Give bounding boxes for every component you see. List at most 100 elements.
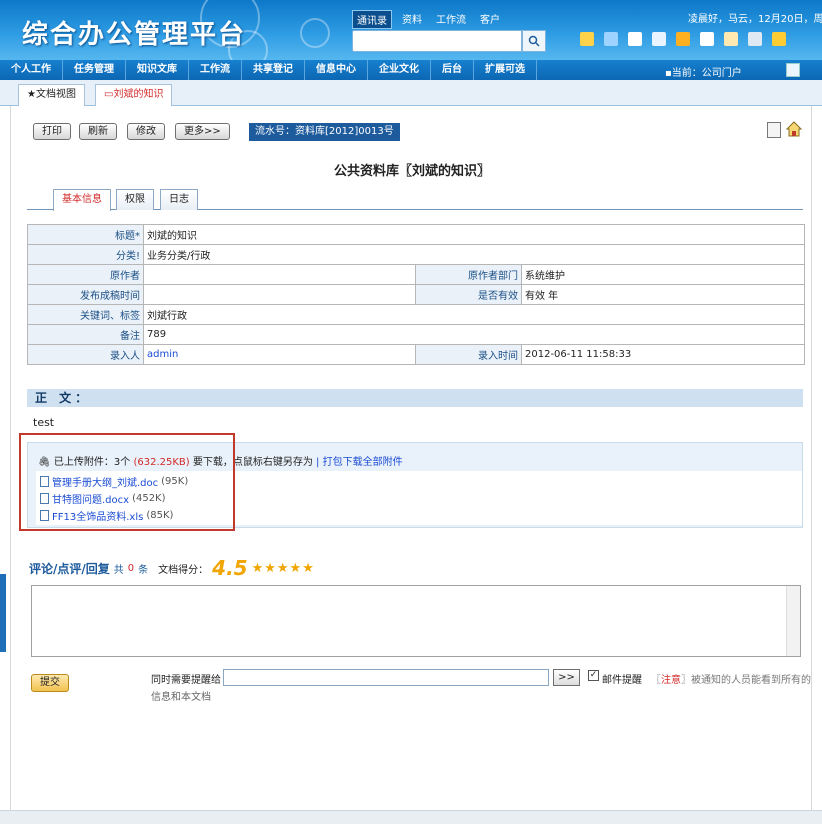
body-text: test xyxy=(33,416,55,429)
table-row: 标题* 刘斌的知识 xyxy=(27,224,805,245)
home-icon[interactable] xyxy=(785,120,803,138)
category-value: 业务分类/行政 xyxy=(143,244,805,265)
tab-logs[interactable]: 日志 xyxy=(160,189,198,210)
mail-remind-checkbox[interactable]: ✓ xyxy=(588,670,599,681)
author-dept-value: 系统维护 xyxy=(521,264,805,285)
tab-permissions[interactable]: 权限 xyxy=(116,189,154,210)
more-button[interactable]: 更多>> xyxy=(175,123,230,140)
notice-warning: 注意 xyxy=(661,675,681,686)
mail-icon[interactable] xyxy=(700,32,714,46)
comments-count: 0 xyxy=(127,562,135,574)
nav-knowledge-library[interactable]: 知识文库 xyxy=(126,60,189,80)
sun-icon[interactable] xyxy=(676,32,690,46)
table-row: 分类! 业务分类/行政 xyxy=(27,244,805,265)
tab-current-doc[interactable]: ▭刘斌的知识 xyxy=(95,84,173,106)
submit-button[interactable]: 提交 xyxy=(31,674,69,692)
document-info-table: 标题* 刘斌的知识 分类! 业务分类/行政 原作者 原作者部门 系统维护 发布成… xyxy=(27,224,805,365)
user-greeting: 凌晨好，马云，12月20日，周四 xyxy=(688,14,822,25)
calendar-icon[interactable] xyxy=(724,32,738,46)
validity-value: 有效 年 xyxy=(521,284,805,305)
nav-personal-work[interactable]: 个人工作 xyxy=(0,60,63,80)
remind-recipients-input[interactable] xyxy=(223,669,549,686)
print-button[interactable]: 打印 xyxy=(33,123,71,140)
nav-corporate-culture[interactable]: 企业文化 xyxy=(368,60,431,80)
title-label: 标题* xyxy=(27,224,144,245)
search-button[interactable] xyxy=(522,30,546,52)
nav-task-management[interactable]: 任务管理 xyxy=(63,60,126,80)
shirt-icon[interactable] xyxy=(652,32,666,46)
tab-current-doc-label: 刘斌的知识 xyxy=(113,89,164,100)
refresh-button[interactable]: 刷新 xyxy=(79,123,117,140)
notice-open: 〖 xyxy=(651,675,661,686)
comment-textarea[interactable] xyxy=(31,585,801,657)
user-icon[interactable] xyxy=(748,32,762,46)
document-title: 公共资料库〖刘斌的知识〗 xyxy=(333,164,490,179)
tab-contacts[interactable]: 通讯录 xyxy=(352,10,392,29)
search-scope-tabs: 通讯录 资料 工作流 客户 xyxy=(352,10,504,29)
export-icon[interactable] xyxy=(767,122,781,138)
publish-time-label: 发布成稿时间 xyxy=(27,284,144,305)
nav-extensions[interactable]: 扩展可选 xyxy=(474,60,537,80)
notice-text: 〖注意〗被通知的人员能看到所有的 xyxy=(651,671,811,686)
comment-scrollbar[interactable] xyxy=(786,586,800,656)
entry-user-link[interactable]: admin xyxy=(143,344,416,365)
table-row: 原作者 原作者部门 系统维护 xyxy=(27,264,805,285)
keywords-label: 关键词、标签 xyxy=(27,304,144,325)
category-label: 分类! xyxy=(27,244,144,265)
author-dept-label: 原作者部门 xyxy=(415,264,522,285)
serial-number-badge: 流水号：资料库[2012]0013号 xyxy=(249,123,400,141)
sync-icon[interactable] xyxy=(604,32,618,46)
score-label: 文档得分： xyxy=(158,564,209,576)
table-row: 发布成稿时间 是否有效 有效 年 xyxy=(27,284,805,305)
search-icon xyxy=(528,35,540,47)
app-logo: 综合办公管理平台 xyxy=(22,20,247,50)
table-row: 备注 789 xyxy=(27,324,805,345)
document-tabs: ★文档视图 ▭刘斌的知识 xyxy=(0,80,822,106)
mail-remind-label: 邮件提醒 xyxy=(602,675,642,686)
location-bullet-icon: ▪ xyxy=(665,68,672,79)
tab-workflow[interactable]: 工作流 xyxy=(432,10,470,29)
nav-shared-registry[interactable]: 共享登记 xyxy=(242,60,305,80)
author-value xyxy=(143,264,416,285)
document-score: 4.5 xyxy=(212,556,248,580)
edit-button[interactable]: 修改 xyxy=(127,123,165,140)
current-location-text: 当前：公司门户 xyxy=(671,68,742,79)
comments-title: 评论/点评/回复 xyxy=(29,561,110,576)
comments-count-prefix: 共 xyxy=(113,564,124,576)
add-recipient-button[interactable]: >> xyxy=(553,669,580,686)
notice-body: 〗被通知的人员能看到所有的 xyxy=(681,675,811,686)
current-location: ▪当前：公司门户 xyxy=(665,64,742,79)
table-row: 关键词、标签 刘斌行政 xyxy=(27,304,805,325)
nav-backend[interactable]: 后台 xyxy=(431,60,474,80)
remark-value: 789 xyxy=(143,324,805,345)
comments-header: 评论/点评/回复 共 0 条 文档得分： 4.5 ★★★★★ xyxy=(29,556,315,580)
nav-info-center[interactable]: 信息中心 xyxy=(305,60,368,80)
tab-document-view[interactable]: ★文档视图 xyxy=(18,84,85,106)
search-input[interactable] xyxy=(352,30,522,52)
app-header: 综合办公管理平台 通讯录 资料 工作流 客户 凌晨好，马云，12月20日，周四 xyxy=(0,0,822,60)
note-icon[interactable] xyxy=(772,32,786,46)
rating-stars[interactable]: ★★★★★ xyxy=(252,561,315,576)
remark-label: 备注 xyxy=(27,324,144,345)
publish-time-value xyxy=(143,284,416,305)
edit-icon[interactable] xyxy=(786,63,800,77)
tab-basic-info[interactable]: 基本信息 xyxy=(53,189,111,211)
info-subtabs: 基本信息 权限 日志 xyxy=(27,188,803,211)
sidebar-toggle-handle[interactable] xyxy=(0,574,6,652)
table-row: 录入人 admin 录入时间 2012-06-11 11:58:33 xyxy=(27,344,805,365)
tab-customers[interactable]: 客户 xyxy=(476,10,504,29)
body-heading: 正 文： xyxy=(27,389,803,407)
entry-time-value: 2012-06-11 11:58:33 xyxy=(521,344,805,365)
download-all-link[interactable]: 打包下载全部附件 xyxy=(323,457,403,468)
highlight-frame xyxy=(19,433,235,531)
message-icon[interactable] xyxy=(628,32,642,46)
decor-bubble xyxy=(300,18,330,48)
notice-tail: 信息和本文档 xyxy=(151,692,211,703)
footer-strip xyxy=(0,810,822,824)
remind-label: 同时需要提醒给 xyxy=(151,675,221,686)
entry-time-label: 录入时间 xyxy=(415,344,522,365)
home-icon[interactable] xyxy=(580,32,594,46)
nav-workflow[interactable]: 工作流 xyxy=(189,60,242,80)
quick-icons xyxy=(580,32,786,46)
tab-materials[interactable]: 资料 xyxy=(398,10,426,29)
